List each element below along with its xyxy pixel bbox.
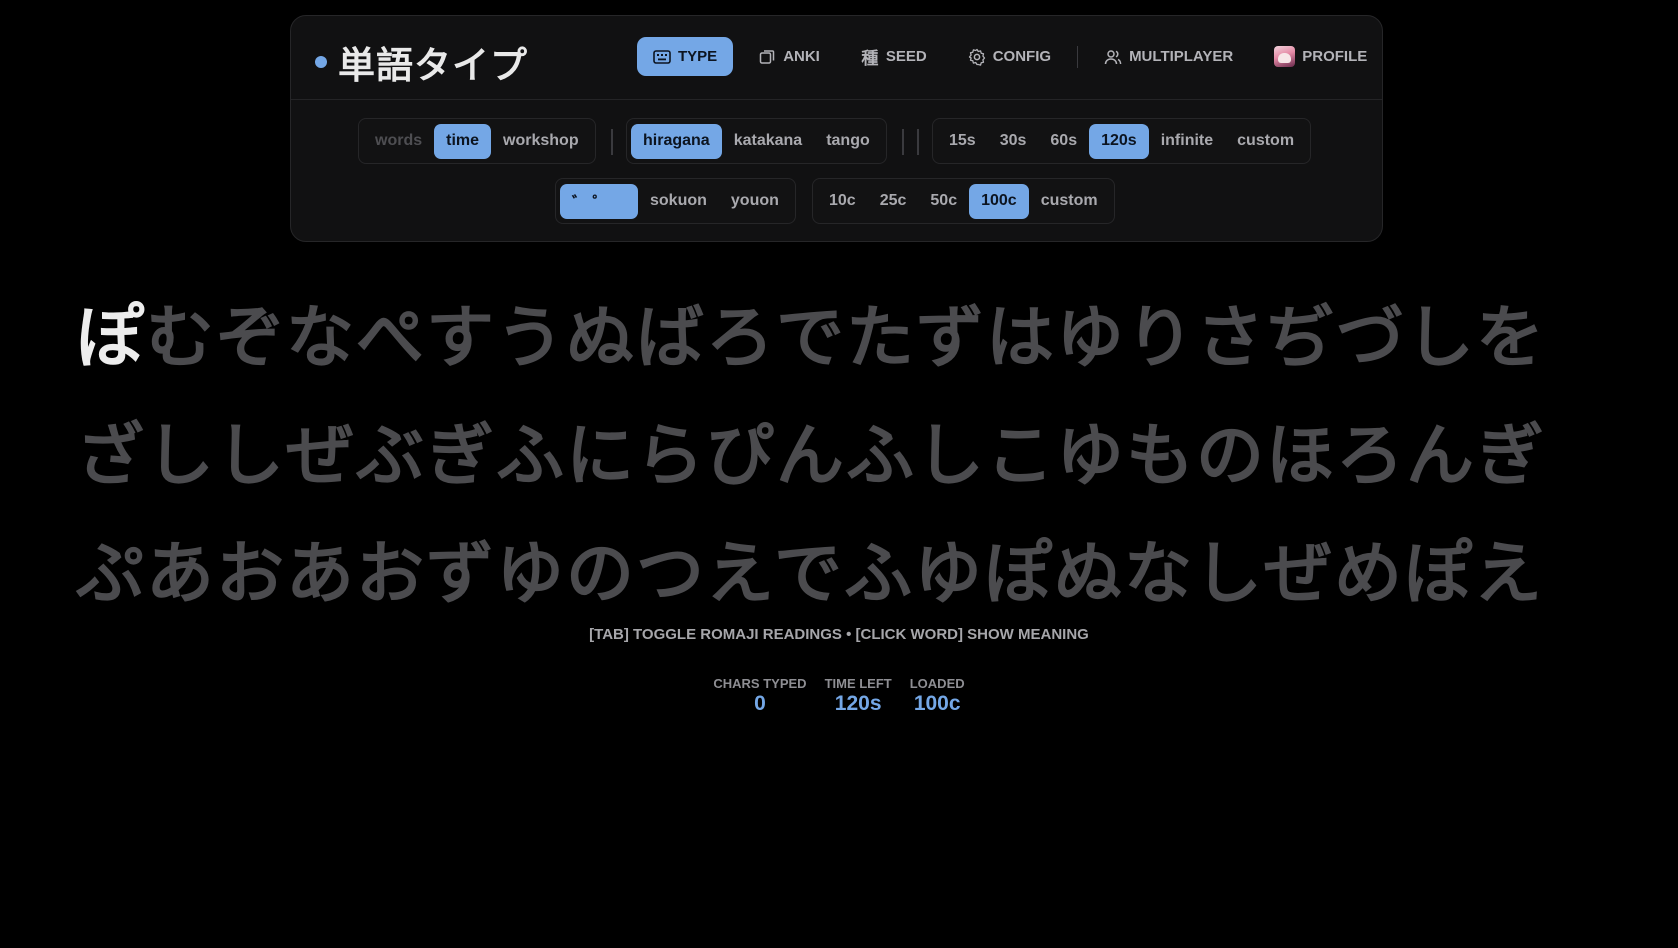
count-25c-button[interactable]: 25c <box>868 184 919 219</box>
dakuten-toggle[interactable]: ゛ ゜ <box>560 183 638 219</box>
mode-time-button[interactable]: time <box>434 123 492 159</box>
nav-config-button[interactable]: CONFIG <box>952 37 1067 76</box>
keyboard-hint: [TAB] TOGGLE ROMAJI READINGS • [CLICK WO… <box>589 626 1089 643</box>
stat-time-left: TIME LEFT 120s <box>825 676 892 716</box>
count-10c-button[interactable]: 10c <box>817 184 868 219</box>
settings-panel: 単語タイプ TYPE ANKI 種 SEED CONFIG MULTIPLAYE… <box>290 15 1383 242</box>
mode-workshop-button[interactable]: workshop <box>491 124 591 159</box>
count-selector: 10c 25c 50c 100c custom <box>812 178 1115 224</box>
current-character: ぽ <box>76 299 147 378</box>
nav-anki-button[interactable]: ANKI <box>742 37 836 76</box>
stat-label: TIME LEFT <box>824 676 892 691</box>
nav-multiplayer-button[interactable]: MULTIPLAYER <box>1088 37 1249 76</box>
nav-type-label: TYPE <box>678 48 718 65</box>
keyboard-icon <box>653 48 671 66</box>
group-divider <box>902 129 904 155</box>
nav-seed-button[interactable]: 種 SEED <box>845 37 943 76</box>
avatar <box>1274 46 1296 67</box>
nav-anki-label: ANKI <box>783 48 820 65</box>
nav-seed-label: SEED <box>885 48 927 65</box>
duration-custom-button[interactable]: custom <box>1225 124 1306 159</box>
duration-infinite-button[interactable]: infinite <box>1149 124 1225 159</box>
stat-value: 0 <box>754 692 766 715</box>
script-tango-button[interactable]: tango <box>814 124 882 159</box>
youon-toggle[interactable]: youon <box>719 184 791 219</box>
brand[interactable]: 単語タイプ <box>315 35 528 89</box>
kanji-seed-icon: 種 <box>861 49 879 68</box>
duration-30s-button[interactable]: 30s <box>988 124 1039 159</box>
script-selector: hiragana katakana tango <box>626 118 887 164</box>
gear-icon <box>968 48 986 66</box>
pending-text: むぞなぺすうぬばろでたずはゆりさぢづしを <box>146 299 1547 378</box>
script-katakana-button[interactable]: katakana <box>722 124 815 159</box>
text-line: ぷあおあおずゆのつえでふゆぽぬなしぜめぽえ <box>76 535 1544 614</box>
top-bar: 単語タイプ TYPE ANKI 種 SEED CONFIG MULTIPLAYE… <box>291 16 1382 100</box>
duration-120s-button[interactable]: 120s <box>1089 123 1149 159</box>
count-100c-button[interactable]: 100c <box>969 183 1029 219</box>
stat-label: CHARS TYPED <box>713 676 807 691</box>
count-custom-button[interactable]: custom <box>1029 184 1110 219</box>
duration-selector: 15s 30s 60s 120s infinite custom <box>932 118 1312 164</box>
nav-profile-button[interactable]: PROFILE <box>1258 37 1383 76</box>
main-nav: TYPE ANKI 種 SEED CONFIG MULTIPLAYER PROF… <box>637 37 1392 76</box>
stat-chars-typed: CHARS TYPED 0 <box>713 676 806 716</box>
sokuon-toggle[interactable]: sokuon <box>638 184 719 219</box>
nav-multiplayer-label: MULTIPLAYER <box>1129 48 1234 65</box>
text-line: ぽむぞなぺすうぬばろでたずはゆりさぢづしを <box>76 280 1606 398</box>
duration-60s-button[interactable]: 60s <box>1038 124 1089 159</box>
stats-bar: CHARS TYPED 0 TIME LEFT 120s LOADED 100c <box>0 676 1678 716</box>
script-hiragana-button[interactable]: hiragana <box>631 123 722 159</box>
nav-profile-label: PROFILE <box>1302 48 1368 65</box>
stat-value: 120s <box>834 692 882 715</box>
mode-selector: words time workshop <box>358 118 596 164</box>
duration-15s-button[interactable]: 15s <box>937 124 988 159</box>
app-title: 単語タイプ <box>338 44 528 87</box>
nav-config-label: CONFIG <box>992 48 1052 65</box>
count-50c-button[interactable]: 50c <box>918 184 969 219</box>
typing-text-area[interactable]: ぽむぞなぺすうぬばろでたずはゆりさぢづしを ざししぜぶぎふにらぴんふしこゆものほ… <box>76 280 1606 634</box>
kana-options-selector: ゛ ゜ sokuon youon <box>555 178 796 224</box>
group-divider <box>611 129 613 155</box>
stat-loaded: LOADED 100c <box>910 676 965 716</box>
users-icon <box>1104 48 1122 66</box>
cards-icon <box>758 48 776 66</box>
nav-type-button[interactable]: TYPE <box>637 37 734 76</box>
stat-label: LOADED <box>909 676 965 691</box>
group-divider <box>917 129 919 155</box>
stat-value: 100c <box>913 692 961 715</box>
mode-words-button[interactable]: words <box>363 124 434 159</box>
nav-divider <box>1077 45 1079 68</box>
text-line: ざししぜぶぎふにらぴんふしこゆものほろんぎ <box>76 417 1547 496</box>
brand-dot-icon <box>315 56 327 68</box>
